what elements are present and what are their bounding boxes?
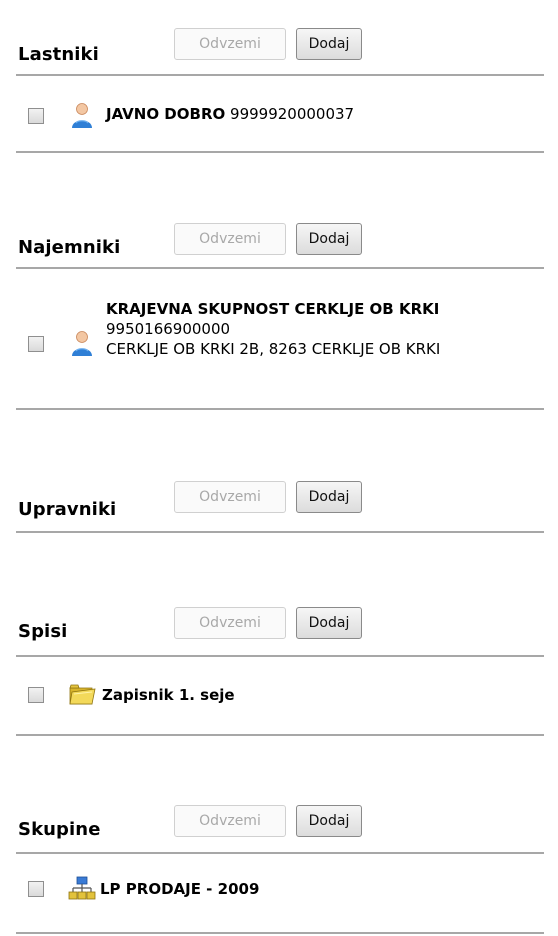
file-entry-text: Zapisnik 1. seje: [102, 685, 235, 705]
list-item: JAVNO DOBRO 9999920000037: [16, 94, 544, 134]
section-tenants-header: Najemniki Odvzemi Dodaj: [16, 223, 544, 279]
section-files: Spisi Odvzemi Dodaj Zapisnik 1. seje: [16, 607, 544, 737]
person-icon: [72, 331, 92, 356]
select-tenant-checkbox[interactable]: [28, 336, 44, 352]
tenant-id: 9950166900000: [106, 320, 231, 338]
group-icon: [68, 876, 96, 900]
section-owners: Lastniki Odvzemi Dodaj JAVNO DOBRO 99999…: [16, 22, 544, 157]
divider: [16, 852, 544, 854]
tenant-name: KRAJEVNA SKUPNOST CERKLJE OB KRKI: [106, 300, 440, 318]
divider: [16, 734, 544, 736]
section-managers-header: Upravniki Odvzemi Dodaj: [16, 481, 544, 537]
owner-id: 9999920000037: [230, 105, 355, 123]
add-group-button[interactable]: Dodaj: [296, 805, 362, 837]
group-name: LP PRODAJE - 2009: [100, 880, 260, 898]
select-group-checkbox[interactable]: [28, 881, 44, 897]
divider: [16, 151, 544, 153]
list-item: LP PRODAJE - 2009: [16, 869, 544, 909]
divider: [16, 655, 544, 657]
section-tenants: Najemniki Odvzemi Dodaj KRAJEVNA SKUPNOS…: [16, 223, 544, 413]
section-title-owners: Lastniki: [18, 44, 99, 65]
list-item: Zapisnik 1. seje: [16, 675, 544, 715]
section-owners-header: Lastniki Odvzemi Dodaj: [16, 22, 544, 78]
section-title-files: Spisi: [18, 621, 68, 642]
divider: [16, 74, 544, 76]
section-title-tenants: Najemniki: [18, 237, 121, 258]
group-entry-text: LP PRODAJE - 2009: [100, 879, 259, 899]
add-tenant-button[interactable]: Dodaj: [296, 223, 362, 255]
tenant-address: CERKLJE OB KRKI 2B, 8263 CERKLJE OB KRKI: [106, 340, 441, 358]
divider: [16, 531, 544, 533]
add-owner-button[interactable]: Dodaj: [296, 28, 362, 60]
person-icon: [72, 103, 92, 128]
add-file-button[interactable]: Dodaj: [296, 607, 362, 639]
section-managers: Upravniki Odvzemi Dodaj: [16, 481, 544, 541]
remove-file-button[interactable]: Odvzemi: [174, 607, 286, 639]
remove-tenant-button[interactable]: Odvzemi: [174, 223, 286, 255]
section-groups: Skupine Odvzemi Dodaj LP PRODAJE - 2009: [16, 805, 544, 936]
add-manager-button[interactable]: Dodaj: [296, 481, 362, 513]
divider: [16, 932, 544, 934]
divider: [16, 267, 544, 269]
file-name: Zapisnik 1. seje: [102, 686, 235, 704]
owner-name: JAVNO DOBRO: [106, 105, 226, 123]
folder-icon: [69, 684, 96, 705]
select-file-checkbox[interactable]: [28, 687, 44, 703]
section-title-groups: Skupine: [18, 819, 101, 840]
remove-owner-button[interactable]: Odvzemi: [174, 28, 286, 60]
section-title-managers: Upravniki: [18, 499, 117, 520]
select-owner-checkbox[interactable]: [28, 108, 44, 124]
remove-group-button[interactable]: Odvzemi: [174, 805, 286, 837]
list-item: KRAJEVNA SKUPNOST CERKLJE OB KRKI 995016…: [16, 291, 544, 387]
owner-entry-text: JAVNO DOBRO 9999920000037: [106, 104, 354, 124]
tenant-entry-text: KRAJEVNA SKUPNOST CERKLJE OB KRKI 995016…: [106, 299, 544, 359]
divider: [16, 408, 544, 410]
remove-manager-button[interactable]: Odvzemi: [174, 481, 286, 513]
